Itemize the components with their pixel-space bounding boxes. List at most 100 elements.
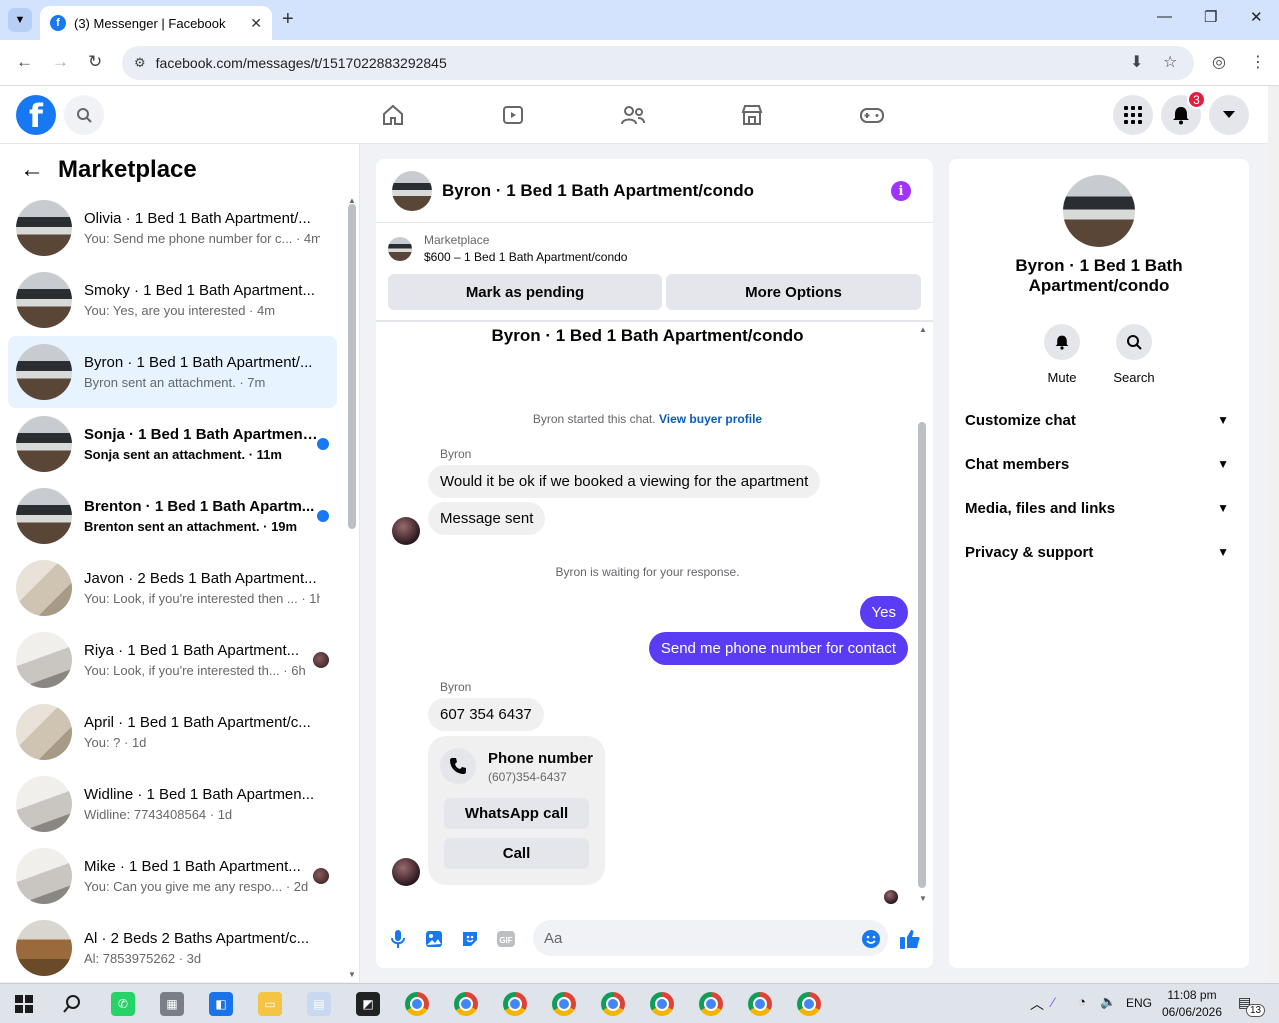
microphone-icon[interactable] [386, 927, 410, 951]
photo-icon[interactable] [422, 927, 446, 951]
scroll-down-arrow[interactable]: ▼ [919, 894, 927, 903]
view-buyer-profile-link[interactable]: View buyer profile [659, 412, 762, 426]
info-icon[interactable]: i [891, 181, 911, 201]
chrome-icon[interactable] [601, 992, 625, 1016]
tab-search-button[interactable]: ▼ [8, 8, 32, 32]
conversation-scrollbar[interactable] [348, 204, 356, 529]
message-composer: GIF Aa [376, 919, 933, 959]
scroll-down-arrow[interactable]: ▼ [348, 970, 356, 979]
friends-nav-icon[interactable] [618, 100, 648, 130]
conversation-item[interactable]: Mike · 1 Bed 1 Bath Apartment... You: Can… [8, 840, 337, 912]
chrome-icon[interactable] [797, 992, 821, 1016]
install-app-icon[interactable]: ⬇ [1130, 52, 1143, 72]
marketplace-listing-info[interactable]: Marketplace $600 – 1 Bed 1 Bath Apartmen… [388, 233, 627, 264]
conversation-item-active[interactable]: Byron · 1 Bed 1 Bath Apartment/... Byron … [8, 336, 337, 408]
panel-header: ← Marketplace [20, 156, 197, 184]
video-nav-icon[interactable] [498, 100, 528, 130]
image-viewer-icon[interactable]: ▤ [307, 992, 331, 1016]
like-icon[interactable] [898, 927, 922, 951]
privacy-support-section[interactable]: Privacy & support ▼ [965, 534, 1233, 570]
chrome-icon[interactable] [699, 992, 723, 1016]
sticker-icon[interactable] [458, 927, 482, 951]
conversation-name: Sonja · 1 Bed 1 Bath Apartment... [84, 426, 320, 443]
bookmark-star-icon[interactable]: ☆ [1163, 52, 1177, 72]
page-scrollbar[interactable] [1268, 86, 1279, 982]
restore-button[interactable]: ❐ [1204, 8, 1217, 26]
chrome-icon[interactable] [552, 992, 576, 1016]
clock-date[interactable]: 06/06/2026 [1158, 1005, 1226, 1019]
back-button[interactable]: ← [16, 52, 33, 72]
gaming-nav-icon[interactable] [857, 100, 887, 130]
sender-avatar[interactable] [392, 858, 420, 886]
call-button[interactable]: Call [444, 838, 589, 869]
facebook-search-button[interactable] [64, 95, 104, 135]
volume-icon[interactable]: 🔈 [1100, 994, 1116, 1010]
site-info-icon[interactable]: ⚙ [134, 55, 146, 71]
show-hidden-icons[interactable]: ︿ [1030, 994, 1044, 1014]
wifi-icon[interactable]: ◔ [1078, 994, 1086, 1009]
conversation-item[interactable]: Javon · 2 Beds 1 Bath Apartment... You: L… [8, 552, 337, 624]
new-tab-button[interactable]: + [282, 8, 294, 31]
back-arrow-icon[interactable]: ← [20, 156, 44, 184]
file-explorer-icon[interactable]: ▭ [258, 992, 282, 1016]
whatsapp-icon[interactable]: ✆ [111, 992, 135, 1016]
conversation-item[interactable]: Riya · 1 Bed 1 Bath Apartment... You: Loo… [8, 624, 337, 696]
profile-icon[interactable]: ◎ [1212, 52, 1226, 72]
home-nav-icon[interactable] [378, 100, 408, 130]
browser-menu-icon[interactable]: ⋮ [1250, 52, 1266, 72]
clock-time[interactable]: 11:08 pm [1160, 988, 1224, 1002]
sticky-notes-icon[interactable]: ◩ [356, 992, 380, 1016]
chrome-icon[interactable] [650, 992, 674, 1016]
windows-start-icon[interactable] [12, 992, 36, 1016]
app-icon[interactable]: ◧ [209, 992, 233, 1016]
gif-icon[interactable]: GIF [494, 927, 518, 951]
conversation-item[interactable]: Al · 2 Beds 2 Baths Apartment/c... Al: 78… [8, 912, 337, 982]
conversation-item[interactable]: Olivia · 1 Bed 1 Bath Apartment/... You: … [8, 192, 337, 264]
search-action[interactable]: Search [1104, 324, 1164, 385]
conversation-item[interactable]: Smoky · 1 Bed 1 Bath Apartment... You: Ye… [8, 264, 337, 336]
incoming-message[interactable]: Would it be ok if we booked a viewing fo… [428, 465, 821, 498]
close-tab-icon[interactable]: ✕ [250, 15, 262, 32]
chat-title[interactable]: Byron · 1 Bed 1 Bath Apartment/condo [442, 181, 754, 201]
conversation-avatar[interactable] [1063, 175, 1135, 247]
chat-members-section[interactable]: Chat members ▼ [965, 446, 1233, 482]
chrome-icon[interactable] [503, 992, 527, 1016]
outgoing-message[interactable]: Send me phone number for contact [648, 632, 908, 665]
outgoing-message[interactable]: Yes [859, 596, 908, 629]
search-icon[interactable] [60, 992, 84, 1016]
chat-scrollbar[interactable] [918, 422, 926, 888]
chrome-icon[interactable] [405, 992, 429, 1016]
customize-chat-section[interactable]: Customize chat ▼ [965, 402, 1233, 438]
language-indicator[interactable]: ENG [1126, 996, 1152, 1010]
conversation-item[interactable]: Sonja · 1 Bed 1 Bath Apartment... Sonja s… [8, 408, 337, 480]
conversation-item[interactable]: April · 1 Bed 1 Bath Apartment/c... You: … [8, 696, 337, 768]
more-options-button[interactable]: More Options [666, 274, 921, 310]
close-window-button[interactable]: ✕ [1250, 8, 1263, 26]
chat-avatar[interactable] [392, 170, 432, 211]
account-menu-button[interactable] [1209, 95, 1249, 135]
conversation-item[interactable]: Brenton · 1 Bed 1 Bath Apartm... Brenton … [8, 480, 337, 552]
menu-grid-button[interactable] [1113, 95, 1153, 135]
minimize-button[interactable]: — [1157, 8, 1172, 25]
marketplace-nav-icon[interactable] [737, 100, 767, 130]
url-bar[interactable]: ⚙ facebook.com/messages/t/15170228832928… [122, 46, 1194, 80]
chrome-icon[interactable] [454, 992, 478, 1016]
whatsapp-call-button[interactable]: WhatsApp call [444, 798, 589, 829]
mark-as-pending-button[interactable]: Mark as pending [388, 274, 662, 310]
media-files-links-section[interactable]: Media, files and links ▼ [965, 490, 1233, 526]
forward-button[interactable]: → [52, 52, 69, 72]
facebook-logo-icon[interactable]: f [16, 95, 56, 135]
calculator-icon[interactable]: ▦ [160, 992, 184, 1016]
scroll-up-arrow[interactable]: ▲ [919, 325, 927, 334]
emoji-icon[interactable] [859, 927, 883, 951]
conversation-item[interactable]: Widline · 1 Bed 1 Bath Apartmen... Widlin… [8, 768, 337, 840]
incoming-message[interactable]: Message sent [428, 502, 546, 535]
mute-action[interactable]: Mute [1032, 324, 1092, 385]
browser-tab[interactable]: f (3) Messenger | Facebook ✕ [40, 6, 272, 40]
reload-button[interactable]: ↻ [88, 52, 102, 72]
sender-avatar[interactable] [392, 517, 420, 545]
chrome-icon[interactable] [748, 992, 772, 1016]
message-input[interactable]: Aa [533, 920, 888, 956]
pen-icon[interactable]: ⁄ [1052, 994, 1054, 1010]
incoming-message[interactable]: 607 354 6437 [428, 698, 544, 731]
